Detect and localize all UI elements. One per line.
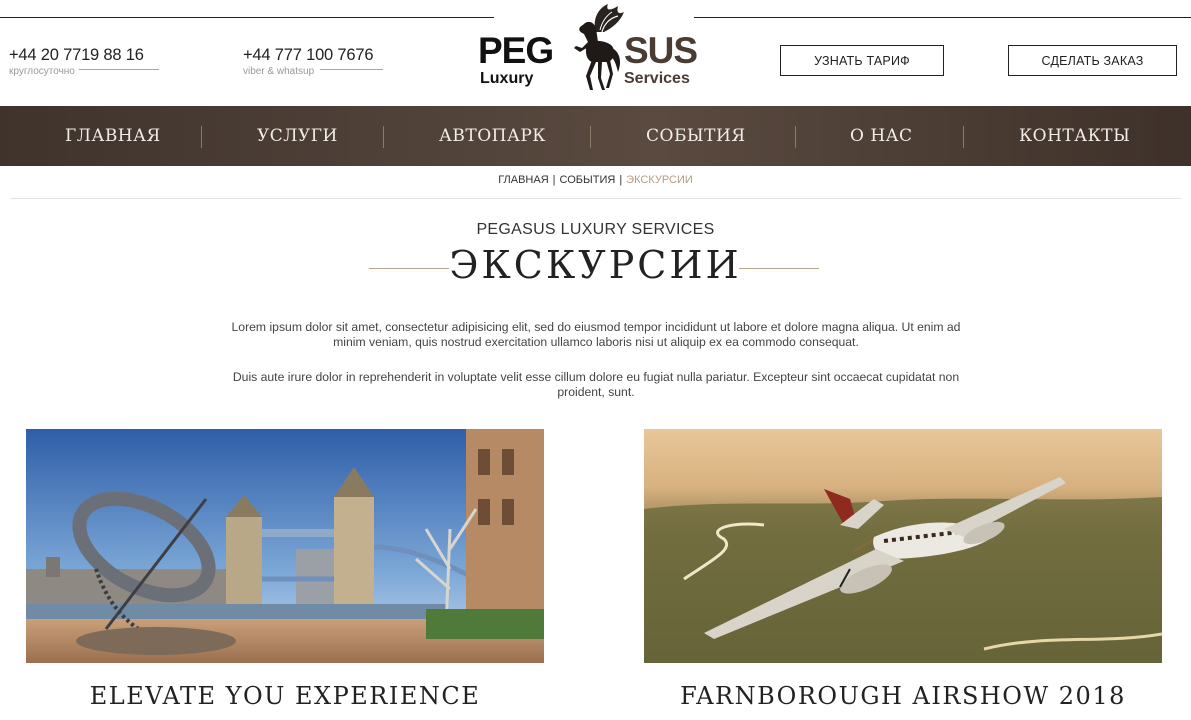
phone-mobile[interactable]: +44 777 100 7676 viber & whatsup bbox=[243, 46, 383, 77]
breadcrumb-home[interactable]: ГЛАВНАЯ bbox=[498, 174, 548, 186]
intro-paragraph: Lorem ipsum dolor sit amet, consectetur … bbox=[231, 320, 961, 349]
main-nav: ГЛАВНАЯ УСЛУГИ АВТОПАРК СОБЫТИЯ О НАС КО… bbox=[0, 106, 1191, 166]
nav-separator bbox=[383, 126, 384, 148]
card-title-experience[interactable]: ELEVATE YOU EXPERIENCE bbox=[26, 682, 544, 710]
nav-separator bbox=[201, 126, 202, 148]
breadcrumb: ГЛАВНАЯ | СОБЫТИЯ | ЭКСКУРСИИ bbox=[0, 174, 1191, 186]
nav-item-fleet[interactable]: АВТОПАРК bbox=[439, 106, 546, 166]
breadcrumb-divider bbox=[10, 198, 1181, 199]
phone-main-underline bbox=[79, 69, 159, 70]
nav-item-about[interactable]: О НАС bbox=[850, 106, 913, 166]
logo-line-right: Services bbox=[624, 70, 690, 87]
phone-mobile-note: viber & whatsup bbox=[243, 66, 315, 77]
private-plane-sunset-photo[interactable] bbox=[644, 429, 1162, 663]
nav-item-home[interactable]: ГЛАВНАЯ bbox=[65, 106, 161, 166]
logo-word-left: PEG bbox=[478, 30, 554, 71]
page-title: ЭКСКУРСИИ bbox=[449, 243, 742, 287]
header-divider-left bbox=[0, 17, 494, 18]
phone-mobile-number[interactable]: +44 777 100 7676 bbox=[243, 46, 374, 65]
page-subtitle: PEGASUS LUXURY SERVICES bbox=[476, 221, 715, 238]
phone-main-note: круглосуточно bbox=[9, 66, 75, 77]
logo-word-right: SUS bbox=[624, 30, 698, 71]
nav-separator bbox=[590, 126, 591, 148]
site-logo[interactable]: PEG SUS Luxury Services bbox=[476, 2, 712, 96]
logo-line-left: Luxury bbox=[480, 70, 534, 87]
breadcrumb-current: ЭКСКУРСИИ bbox=[626, 174, 693, 186]
phone-mobile-underline bbox=[320, 69, 383, 70]
card-title-airshow[interactable]: FARNBOROUGH AIRSHOW 2018 bbox=[644, 682, 1162, 710]
tower-bridge-sundial-photo[interactable] bbox=[26, 429, 544, 663]
pegasus-horse-icon bbox=[574, 4, 624, 90]
nav-separator bbox=[795, 126, 796, 148]
place-order-button[interactable]: СДЕЛАТЬ ЗАКАЗ bbox=[1008, 45, 1177, 76]
nav-item-services[interactable]: УСЛУГИ bbox=[257, 106, 338, 166]
intro-paragraph-2: Duis aute irure dolor in reprehenderit i… bbox=[232, 370, 960, 399]
nav-item-events[interactable]: СОБЫТИЯ bbox=[646, 106, 746, 166]
phone-main[interactable]: +44 20 7719 88 16 круглосуточно bbox=[9, 46, 159, 77]
breadcrumb-events[interactable]: СОБЫТИЯ bbox=[560, 174, 616, 186]
breadcrumb-separator: | bbox=[619, 174, 623, 186]
breadcrumb-separator: | bbox=[552, 174, 556, 186]
title-decor-line-right bbox=[739, 268, 819, 269]
phone-main-number[interactable]: +44 20 7719 88 16 bbox=[9, 46, 144, 65]
header-divider-right bbox=[694, 17, 1191, 18]
nav-separator bbox=[963, 126, 964, 148]
nav-item-contacts[interactable]: КОНТАКТЫ bbox=[1019, 106, 1130, 166]
get-tariff-button[interactable]: УЗНАТЬ ТАРИФ bbox=[780, 45, 944, 76]
